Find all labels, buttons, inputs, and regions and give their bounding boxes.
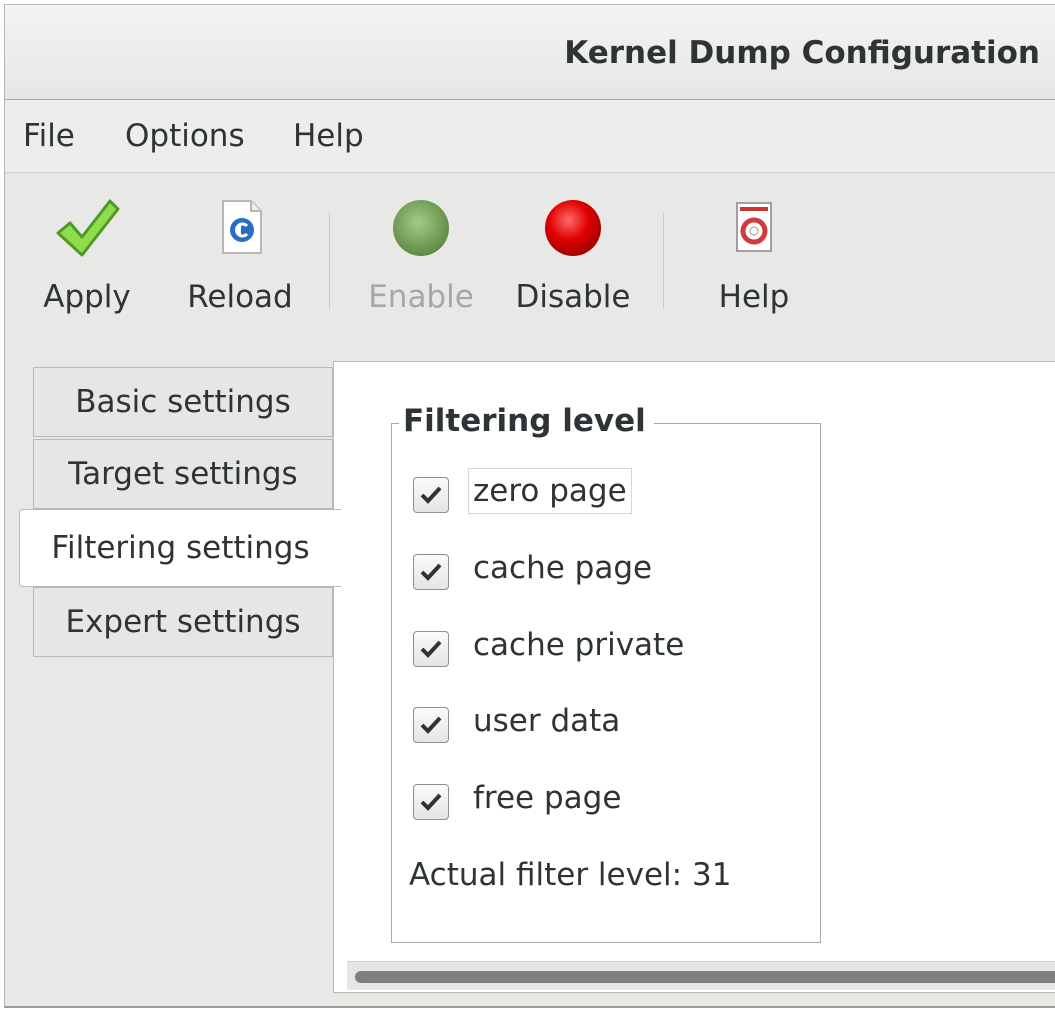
toolbar: Apply Reload Enable Disable Help	[5, 173, 1055, 343]
checkbox-box[interactable]	[413, 784, 449, 820]
apply-button[interactable]: Apply	[35, 193, 139, 323]
check-icon	[420, 793, 442, 811]
red-circle-icon	[545, 200, 601, 256]
check-icon	[420, 716, 442, 734]
disable-label: Disable	[515, 279, 631, 315]
apply-label: Apply	[43, 279, 131, 315]
menu-options[interactable]: Options	[125, 118, 245, 154]
checkbox-label: free page	[473, 780, 622, 816]
reload-document-icon	[222, 200, 262, 254]
checkbox-box[interactable]	[413, 477, 449, 513]
checkmark-icon	[56, 199, 120, 257]
checkbox-box[interactable]	[413, 554, 449, 590]
check-icon	[420, 640, 442, 658]
reload-button[interactable]: Reload	[181, 193, 299, 323]
lifebuoy-help-icon	[736, 202, 772, 252]
check-icon	[420, 563, 442, 581]
checkbox-box[interactable]	[413, 707, 449, 743]
checkbox-label: cache private	[473, 627, 685, 663]
toolbar-separator	[663, 213, 664, 309]
help-button[interactable]: Help	[709, 193, 799, 323]
disable-button[interactable]: Disable	[511, 193, 635, 323]
tab-filtering-settings[interactable]: Filtering settings	[19, 509, 341, 587]
horizontal-scrollbar[interactable]	[347, 961, 1055, 990]
tab-basic-settings[interactable]: Basic settings	[33, 367, 333, 437]
checkbox-label: user data	[473, 703, 621, 739]
toolbar-separator	[329, 213, 330, 309]
reload-label: Reload	[187, 279, 293, 315]
green-circle-icon	[393, 200, 449, 256]
help-label: Help	[718, 279, 790, 315]
checkbox-label: zero page	[468, 468, 632, 514]
checkbox-label: cache page	[473, 550, 653, 586]
actual-filter-level: Actual filter level: 31	[409, 857, 731, 893]
enable-button[interactable]: Enable	[365, 193, 477, 323]
window-title: Kernel Dump Configuration	[564, 35, 1040, 71]
title-bar[interactable]: Kernel Dump Configuration	[5, 5, 1055, 100]
filter-level-value: 31	[691, 857, 732, 893]
check-icon	[420, 486, 442, 504]
enable-label: Enable	[368, 279, 474, 315]
filter-level-label: Actual filter level:	[409, 857, 683, 893]
filtering-level-title: Filtering level	[399, 403, 654, 439]
menu-bar: File Options Help	[5, 100, 1055, 173]
menu-help[interactable]: Help	[293, 118, 364, 154]
menu-file[interactable]: File	[23, 118, 75, 154]
tab-target-settings[interactable]: Target settings	[33, 439, 333, 509]
scrollbar-thumb[interactable]	[355, 971, 1055, 983]
app-window: Kernel Dump Configuration File Options H…	[4, 4, 1055, 1008]
checkbox-box[interactable]	[413, 631, 449, 667]
tab-expert-settings[interactable]: Expert settings	[33, 587, 333, 657]
